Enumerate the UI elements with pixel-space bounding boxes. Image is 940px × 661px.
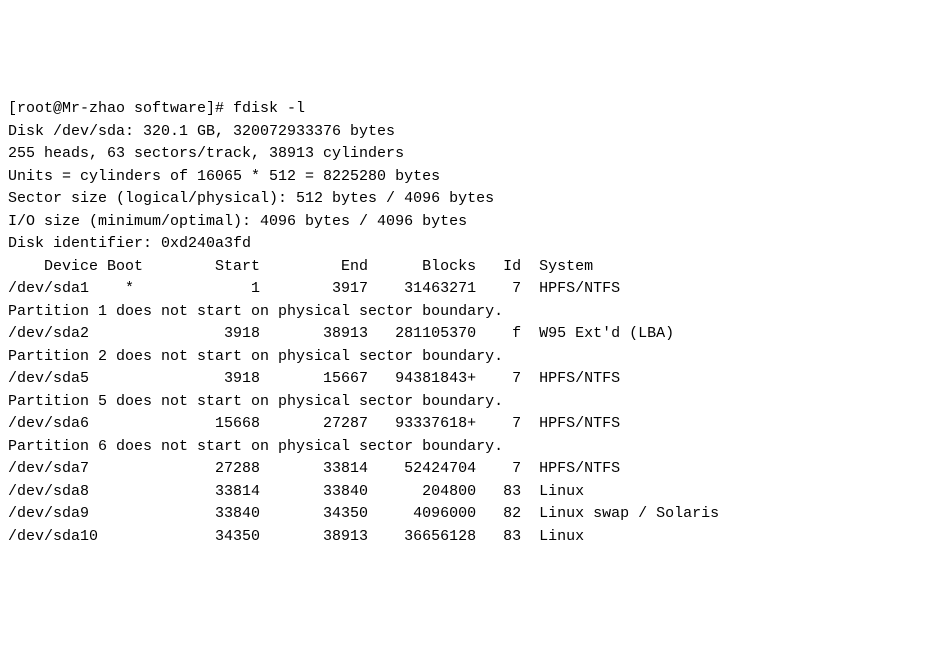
disk-io-size: I/O size (minimum/optimal): 4096 bytes /… (8, 211, 932, 234)
partition-row: /dev/sda7 27288 33814 52424704 7 HPFS/NT… (8, 458, 932, 481)
shell-prompt[interactable]: [root@Mr-zhao software]# fdisk -l (8, 98, 932, 121)
partition-row: /dev/sda8 33814 33840 204800 83 Linux (8, 481, 932, 504)
partition-table-header: Device Boot Start End Blocks Id System (8, 256, 932, 279)
disk-summary: Disk /dev/sda: 320.1 GB, 320072933376 by… (8, 121, 932, 144)
partition-warning: Partition 6 does not start on physical s… (8, 436, 932, 459)
partition-row: /dev/sda6 15668 27287 93337618+ 7 HPFS/N… (8, 413, 932, 436)
partition-row: /dev/sda2 3918 38913 281105370 f W95 Ext… (8, 323, 932, 346)
disk-units: Units = cylinders of 16065 * 512 = 82252… (8, 166, 932, 189)
disk-sector-size: Sector size (logical/physical): 512 byte… (8, 188, 932, 211)
partition-row: /dev/sda1 * 1 3917 31463271 7 HPFS/NTFS (8, 278, 932, 301)
partition-warning: Partition 2 does not start on physical s… (8, 346, 932, 369)
partition-warning: Partition 5 does not start on physical s… (8, 391, 932, 414)
partition-row: /dev/sda9 33840 34350 4096000 82 Linux s… (8, 503, 932, 526)
partition-row: /dev/sda5 3918 15667 94381843+ 7 HPFS/NT… (8, 368, 932, 391)
terminal-output: [root@Mr-zhao software]# fdisk -lDisk /d… (8, 98, 932, 548)
partition-row: /dev/sda10 34350 38913 36656128 83 Linux (8, 526, 932, 549)
partition-warning: Partition 1 does not start on physical s… (8, 301, 932, 324)
disk-identifier: Disk identifier: 0xd240a3fd (8, 233, 932, 256)
disk-geometry: 255 heads, 63 sectors/track, 38913 cylin… (8, 143, 932, 166)
